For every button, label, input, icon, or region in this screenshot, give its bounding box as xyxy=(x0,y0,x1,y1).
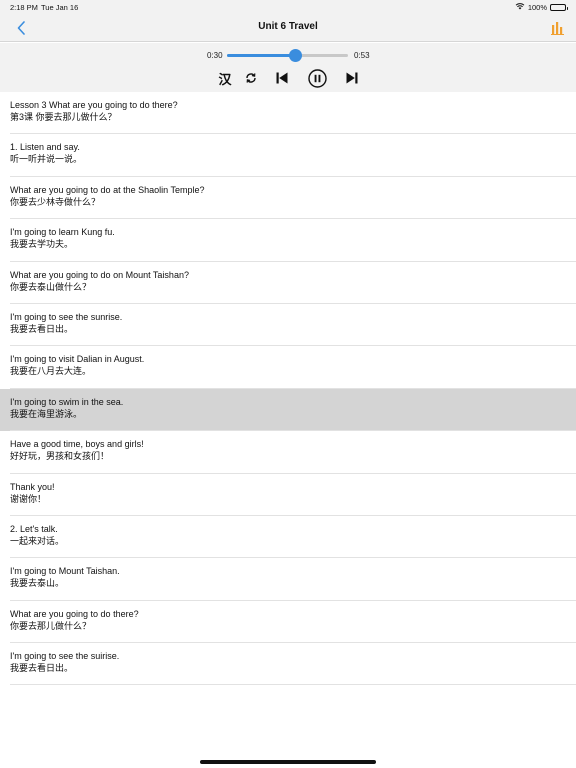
repeat-icon xyxy=(246,73,256,83)
status-bar: 2:18 PM Tue Jan 16 100% xyxy=(0,0,576,14)
sentence-chinese: 听一听并说一说。 xyxy=(10,154,83,165)
sentence-english: I'm going to see the sunrise. xyxy=(10,311,123,322)
sentence-chinese: 我要在海里游泳。 xyxy=(10,408,83,419)
list-item[interactable]: Lesson 3 What are you going to do there?… xyxy=(0,92,576,135)
total-time: 0:53 xyxy=(354,51,370,60)
sentence-english: 1. Listen and say. xyxy=(10,142,80,153)
progress-slider[interactable] xyxy=(227,49,348,62)
sentence-chinese: 一起来对话。 xyxy=(10,535,65,546)
sentence-chinese: 好好玩，男孩和女孩们！ xyxy=(10,451,110,462)
sentence-list: Lesson 3 What are you going to do there?… xyxy=(0,92,576,686)
list-item[interactable]: I'm going to see the suirise. 我要去看日出。 xyxy=(0,643,576,686)
chinese-toggle-button[interactable]: 汉 xyxy=(216,69,234,87)
wifi-icon xyxy=(515,2,525,12)
current-time: 0:30 xyxy=(207,51,223,60)
progress-fill xyxy=(227,54,296,57)
audio-player: 0:30 0:53 汉 xyxy=(0,43,576,92)
sentence-english: I'm going to swim in the sea. xyxy=(10,396,124,407)
list-item[interactable]: I'm going to Mount Taishan. 我要去泰山。 xyxy=(0,558,576,602)
sentence-chinese: 我要去学功夫。 xyxy=(10,239,74,250)
sentence-english: I'm going to visit Dalian in August. xyxy=(10,354,145,365)
sentence-english: I'm going to see the suirise. xyxy=(10,651,120,662)
sentence-chinese: 我要去看日出。 xyxy=(10,323,74,334)
stats-button[interactable] xyxy=(550,20,566,36)
pause-icon xyxy=(307,68,327,88)
list-item[interactable]: What are you going to do there? 你要去那儿做什么… xyxy=(0,601,576,644)
list-item[interactable]: 1. Listen and say. 听一听并说一说。 xyxy=(0,134,576,178)
sentence-english: What are you going to do at the Shaolin … xyxy=(10,184,205,195)
status-date: Tue Jan 16 xyxy=(41,3,79,12)
home-indicator[interactable] xyxy=(200,760,376,764)
sentence-english: Lesson 3 What are you going to do there? xyxy=(10,100,178,110)
status-time: 2:18 PM xyxy=(10,3,38,12)
list-item[interactable]: What are you going to do on Mount Taisha… xyxy=(0,262,576,305)
sentence-chinese: 我要在八月去大连。 xyxy=(10,366,92,377)
list-item[interactable]: I'm going to learn Kung fu. 我要去学功夫。 xyxy=(0,219,576,262)
next-button[interactable] xyxy=(344,69,360,87)
list-item[interactable]: I'm going to see the sunrise. 我要去看日出。 xyxy=(0,304,576,347)
app-screen: 2:18 PM Tue Jan 16 100% Unit 6 Travel 0:… xyxy=(0,0,576,768)
sentence-english: What are you going to do there? xyxy=(10,608,139,619)
battery-percent: 100% xyxy=(527,2,547,12)
sentence-chinese: 我要去泰山。 xyxy=(10,578,65,589)
list-item[interactable]: I'm going to visit Dalian in August. 我要在… xyxy=(0,346,576,390)
sentence-english: What are you going to do on Mount Taisha… xyxy=(10,269,189,280)
sentence-chinese: 谢谢你！ xyxy=(10,493,47,504)
repeat-button[interactable] xyxy=(243,69,259,87)
progress-thumb[interactable] xyxy=(288,49,302,62)
list-item[interactable]: What are you going to do at the Shaolin … xyxy=(0,177,576,220)
page-title: Unit 6 Travel xyxy=(258,21,318,32)
sentence-chinese: 你要去那儿做什么？ xyxy=(10,620,92,631)
sentence-english: 2. Let's talk. xyxy=(10,523,58,534)
list-item[interactable]: I'm going to swim in the sea. 我要在海里游泳。 xyxy=(0,388,576,432)
battery-icon xyxy=(550,3,568,11)
skip-previous-icon xyxy=(276,72,288,84)
list-item[interactable]: 2. Let's talk. 一起来对话。 xyxy=(0,516,576,559)
list-item[interactable]: Thank you! 谢谢你！ xyxy=(0,474,576,517)
sentence-english: I'm going to learn Kung fu. xyxy=(10,227,115,238)
sentence-english: Thank you! xyxy=(10,481,55,492)
sentence-chinese: 我要去看日出。 xyxy=(10,663,74,674)
sentence-chinese: 第3课 你要去那儿做什么？ xyxy=(10,112,117,122)
sentence-chinese: 你要去少林寺做什么？ xyxy=(10,196,101,207)
sentence-chinese: 你要去泰山做什么？ xyxy=(10,281,92,292)
nav-bar: Unit 6 Travel xyxy=(0,14,576,42)
bar-chart-icon xyxy=(551,22,564,35)
skip-next-icon xyxy=(346,72,358,84)
sentence-english: Have a good time, boys and girls! xyxy=(10,439,144,450)
sentence-english: I'm going to Mount Taishan. xyxy=(10,566,120,577)
previous-button[interactable] xyxy=(274,69,290,87)
list-item[interactable]: Have a good time, boys and girls! 好好玩，男孩… xyxy=(0,431,576,474)
pause-button[interactable] xyxy=(307,68,327,88)
status-right: 100% xyxy=(515,2,568,12)
